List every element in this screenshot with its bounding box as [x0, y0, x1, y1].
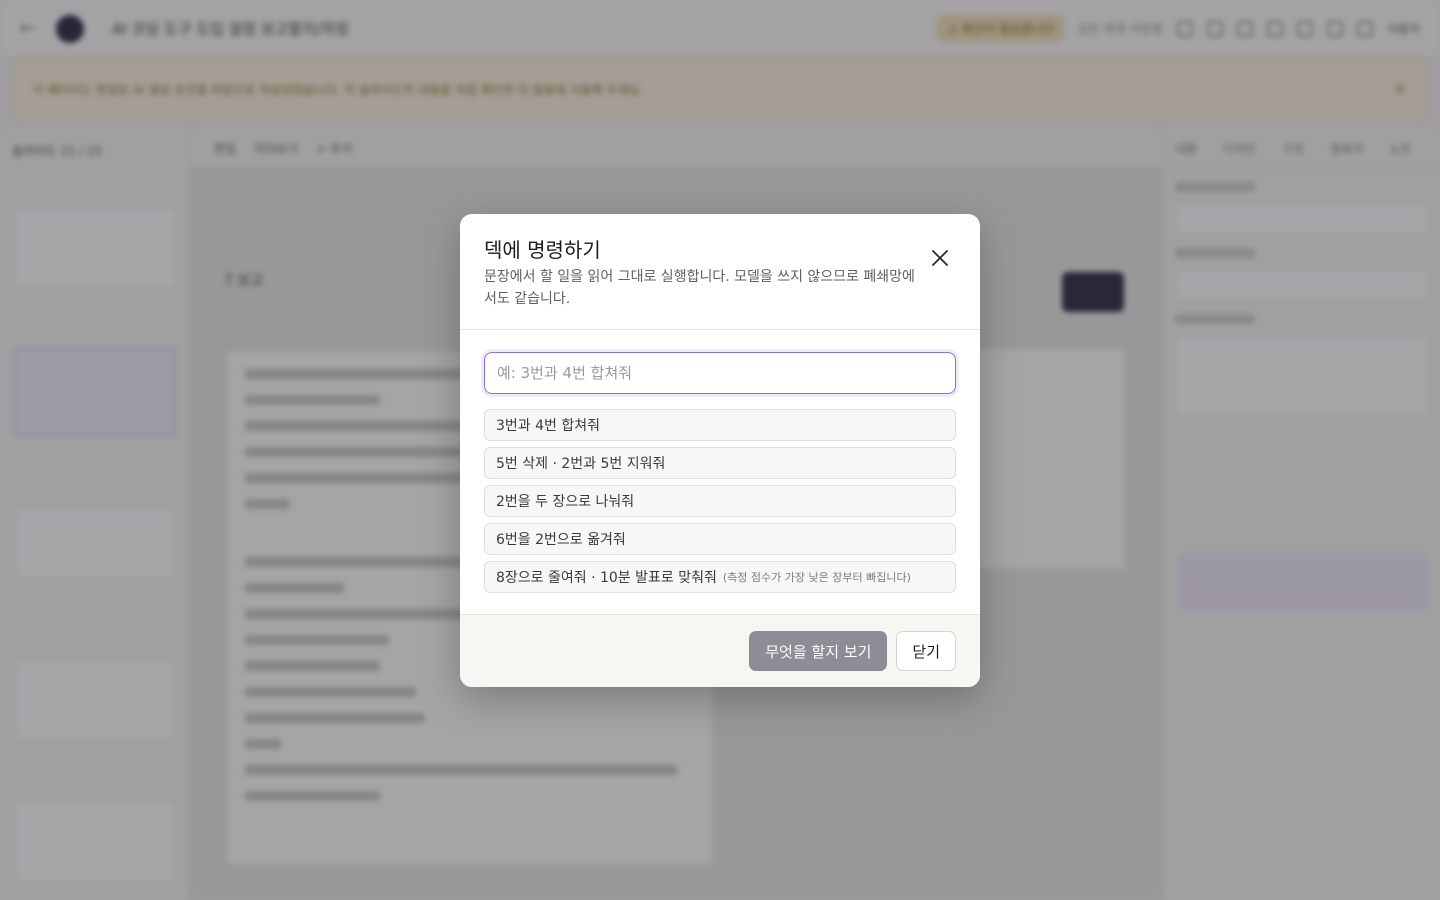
suggestion-label: 3번과 4번 합쳐줘 [496, 418, 600, 434]
suggestion-label: 5번 삭제 · 2번과 5번 지워줘 [496, 456, 666, 472]
command-dialog: 덱에 명령하기 문장에서 할 일을 읽어 그대로 실행합니다. 모델을 쓰지 않… [460, 214, 980, 687]
suggestion-list: 3번과 4번 합쳐줘 5번 삭제 · 2번과 5번 지워줘 2번을 두 장으로 … [484, 409, 956, 593]
dialog-title: 덱에 명령하기 [484, 238, 601, 262]
suggestion-hint: (측정 점수가 가장 낮은 장부터 빠집니다) [722, 571, 911, 584]
dialog-header: 덱에 명령하기 문장에서 할 일을 읽어 그대로 실행합니다. 모델을 쓰지 않… [460, 214, 980, 330]
suggestion-delete[interactable]: 5번 삭제 · 2번과 5번 지워줘 [484, 447, 956, 479]
preview-action-button[interactable]: 무엇을 할지 보기 [749, 631, 888, 671]
suggestion-move[interactable]: 6번을 2번으로 옮겨줘 [484, 523, 956, 555]
suggestion-split[interactable]: 2번을 두 장으로 나눠줘 [484, 485, 956, 517]
suggestion-label: 6번을 2번으로 옮겨줘 [496, 532, 626, 548]
dialog-body: 3번과 4번 합쳐줘 5번 삭제 · 2번과 5번 지워줘 2번을 두 장으로 … [460, 330, 980, 614]
dialog-description: 문장에서 할 일을 읽어 그대로 실행합니다. 모델을 쓰지 않으므로 폐쇄망에… [484, 269, 915, 307]
suggestion-label: 2번을 두 장으로 나눠줘 [496, 494, 635, 510]
close-icon[interactable] [930, 248, 950, 268]
suggestion-merge[interactable]: 3번과 4번 합쳐줘 [484, 409, 956, 441]
suggestion-shrink[interactable]: 8장으로 줄여줘 · 10분 발표로 맞춰줘 (측정 점수가 가장 낮은 장부터… [484, 561, 956, 593]
suggestion-label: 8장으로 줄여줘 · 10분 발표로 맞춰줘 [496, 570, 717, 586]
close-button[interactable]: 닫기 [896, 631, 956, 671]
dialog-footer: 무엇을 할지 보기 닫기 [460, 614, 980, 687]
command-input[interactable] [484, 352, 956, 394]
